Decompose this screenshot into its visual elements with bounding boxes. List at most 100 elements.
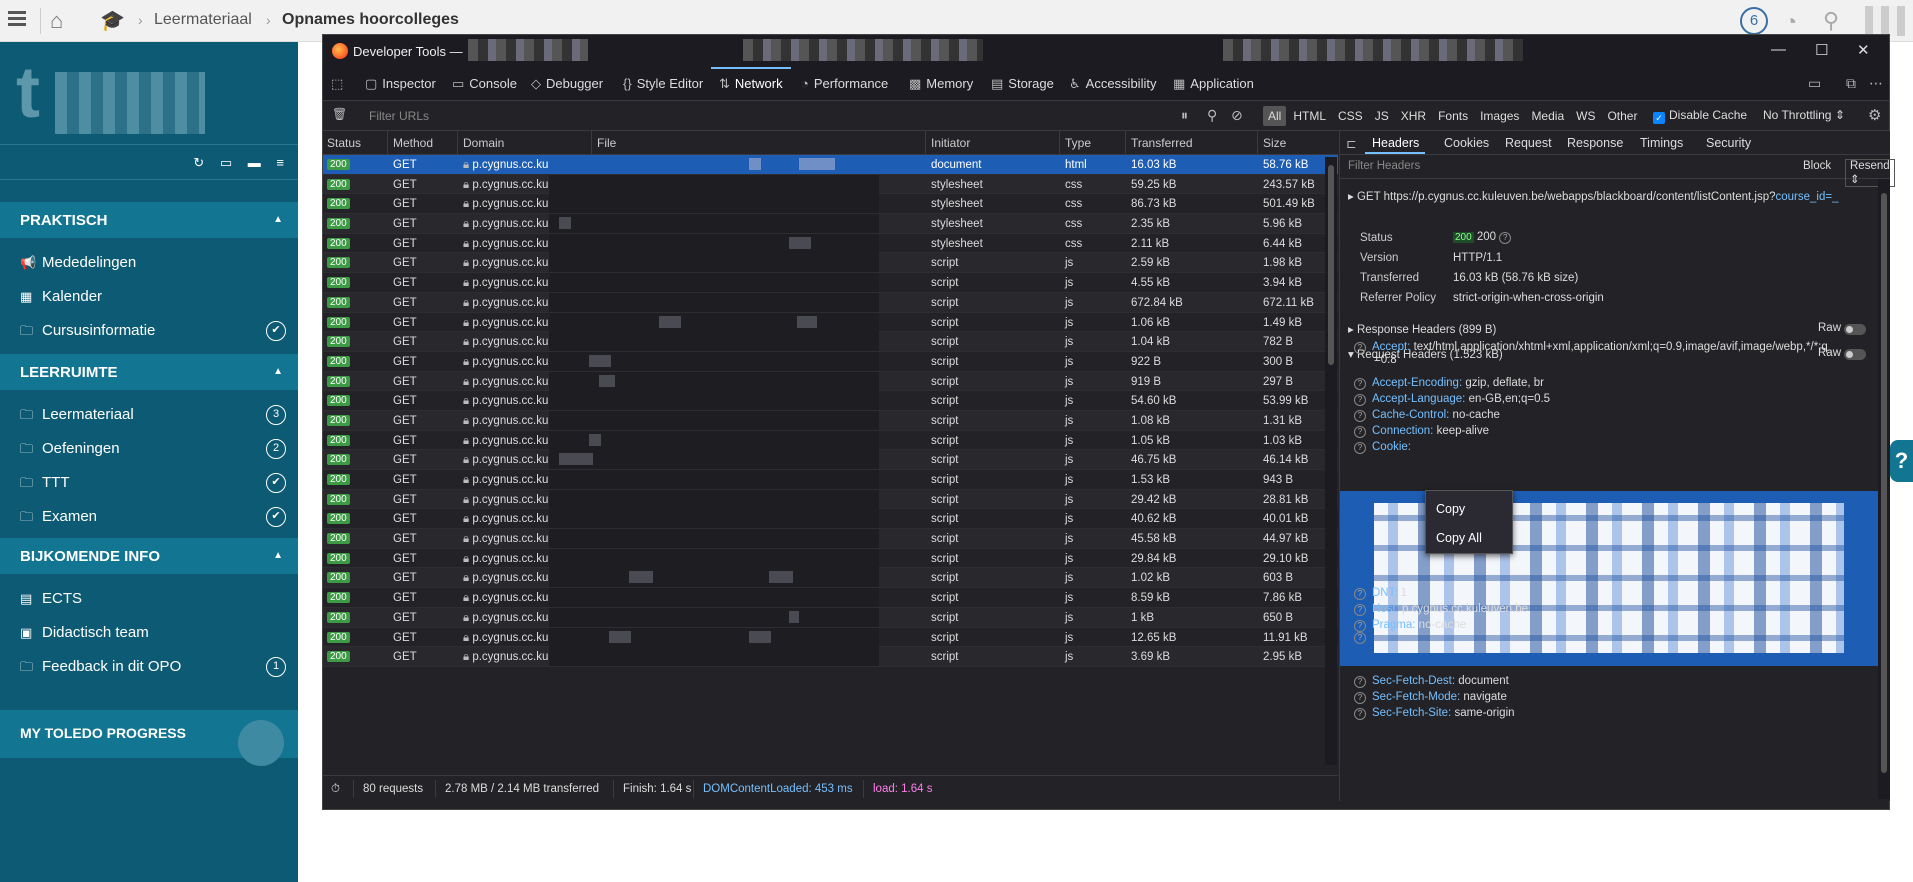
cookie-header-selected[interactable] (1340, 491, 1878, 666)
sidebar-item-examen[interactable]: 🗀 Examen ✔ (0, 500, 298, 534)
filter-ws[interactable]: WS (1571, 106, 1600, 126)
table-row[interactable]: 200 GET 🔒︎ p.cygnus.cc.kuleuv... script js 1.… (323, 568, 1338, 589)
help-icon[interactable]: ? (1354, 378, 1366, 390)
filter-xhr[interactable]: XHR (1396, 106, 1431, 126)
sidebar-item-kalender[interactable]: ▦ Kalender (0, 280, 298, 314)
sidebar-item-oefeningen[interactable]: 🗀 Oefeningen 2 (0, 432, 298, 466)
col-domain[interactable]: Domain (463, 136, 504, 150)
request-header-row[interactable]: ? Cache-Control: no-cache (1354, 409, 1500, 422)
tab-performance[interactable]: ◔ Performance (801, 76, 888, 91)
filter-media[interactable]: Media (1526, 106, 1569, 126)
table-row[interactable]: 200 GET 🔒︎ p.cygnus.cc.kuleuv... script js 3.… (323, 647, 1338, 667)
sidebar-item-didactisch-team[interactable]: ▣ Didactisch team (0, 616, 298, 650)
help-icon[interactable]: ? (1354, 588, 1366, 600)
help-button[interactable]: ? (1890, 440, 1913, 482)
request-header-row[interactable]: ? Cookie: (1354, 441, 1411, 454)
sidebar-item-leermateriaal[interactable]: 🗀 Leermateriaal 3 (0, 398, 298, 432)
request-header-row[interactable]: ? Accept-Encoding: gzip, deflate, br (1354, 377, 1544, 390)
table-row[interactable]: 200 GET 🔒︎ p.cygnus.cc.kuleuv... script js 29… (323, 489, 1338, 510)
table-row[interactable]: 200 GET 🔒︎ p.cygnus.cc.kuleuv... script js 40… (323, 509, 1338, 530)
tab-response[interactable]: Response (1567, 136, 1623, 150)
disable-cache-checkbox[interactable]: ✓ Disable Cache (1653, 108, 1747, 124)
block-icon[interactable]: ⊘ (1231, 107, 1243, 124)
dock-options-icon[interactable]: ⧉ (1846, 75, 1856, 92)
col-method[interactable]: Method (393, 136, 433, 150)
request-header-row[interactable]: ? Sec-Fetch-Mode: navigate (1354, 691, 1507, 704)
graduation-cap-icon[interactable]: 🎓 (100, 8, 125, 33)
maximize-icon[interactable]: ☐ (1815, 41, 1828, 59)
response-headers-section[interactable]: ▸ Response Headers (899 B) (1348, 322, 1496, 336)
throttling-select[interactable]: No Throttling ⇕ (1763, 108, 1845, 122)
tab-security[interactable]: Security (1706, 136, 1751, 150)
search-icon[interactable]: ⚲ (1207, 107, 1217, 124)
my-toledo-progress[interactable]: MY TOLEDO PROGRESS (0, 710, 298, 766)
table-row[interactable]: 200 GET 🔒︎ p.cygnus.cc.kuleuv... document ht… (323, 155, 1338, 175)
tab-request[interactable]: Request (1505, 136, 1552, 150)
filter-js[interactable]: JS (1370, 106, 1394, 126)
refresh-icon[interactable]: ↻ (193, 155, 204, 170)
section-praktisch[interactable]: PRAKTISCH ▲ (0, 202, 298, 238)
help-icon[interactable]: ? (1354, 426, 1366, 438)
request-header-row[interactable]: ? Connection: keep-alive (1354, 425, 1489, 438)
tab-style-editor[interactable]: {} Style Editor (623, 76, 703, 91)
table-row[interactable]: 200 GET 🔒︎ p.cygnus.cc.kuleuv... script js 91… (323, 371, 1338, 392)
hamburger-menu-icon[interactable] (8, 11, 26, 27)
menu-item-copy[interactable]: Copy (1436, 502, 1465, 516)
notification-badge[interactable]: 6 (1740, 7, 1768, 35)
details-scrollbar[interactable] (1878, 179, 1890, 799)
request-line[interactable]: ▸ GET https://p.cygnus.cc.kuleuven.be/we… (1348, 189, 1838, 203)
raw-toggle[interactable] (1844, 349, 1866, 360)
collapse-arrow-icon[interactable]: ▲ (273, 214, 283, 225)
table-row[interactable]: 200 GET 🔒︎ p.cygnus.cc.kuleuv... script js 54… (323, 391, 1338, 411)
filter-fonts[interactable]: Fonts (1433, 106, 1473, 126)
table-row[interactable]: 200 GET 🔒︎ p.cygnus.cc.kuleuv... script js 1.… (323, 470, 1338, 490)
filter-css[interactable]: CSS (1333, 106, 1368, 126)
folder-icon[interactable]: ▬ (248, 155, 261, 170)
col-size[interactable]: Size (1263, 136, 1286, 150)
stopwatch-icon[interactable]: ⏱ (331, 783, 340, 796)
filter-images[interactable]: Images (1475, 106, 1524, 126)
help-icon[interactable]: ? (1354, 632, 1366, 644)
request-header-row[interactable]: ? Sec-Fetch-Dest: document (1354, 675, 1509, 688)
sidebar-item-feedback[interactable]: 🗀 Feedback in dit OPO 1 (0, 650, 298, 684)
close-icon[interactable]: ✕ (1857, 41, 1870, 59)
filter-other[interactable]: Other (1602, 106, 1642, 126)
tab-cookies[interactable]: Cookies (1444, 136, 1489, 150)
section-bijkomende-info[interactable]: BIJKOMENDE INFO ▲ (0, 538, 298, 574)
section-leerruimte[interactable]: LEERRUIMTE ▲ (0, 354, 298, 390)
table-row[interactable]: 200 GET 🔒︎ p.cygnus.cc.kuleuv... script js 12… (323, 627, 1338, 648)
table-row[interactable]: 200 GET 🔒︎ p.cygnus.cc.kuleuv... script js 29… (323, 548, 1338, 569)
breadcrumb-leermateriaal[interactable]: Leermateriaal (154, 11, 252, 29)
request-header-row[interactable]: ? Accept-Language: en-GB,en;q=0.5 (1354, 393, 1550, 406)
table-row[interactable]: 200 GET 🔒︎ p.cygnus.cc.kuleuv... stylesheet… (323, 194, 1338, 215)
toggle-sidebar-icon[interactable]: ⊏ (1346, 136, 1356, 151)
search-icon[interactable]: ⚲ (1823, 8, 1839, 34)
menu-item-copy-all[interactable]: Copy All (1436, 531, 1482, 545)
clear-trash-icon[interactable]: 🗑 (332, 107, 347, 121)
tab-timings[interactable]: Timings (1640, 136, 1683, 150)
help-icon[interactable]: ? (1354, 708, 1366, 720)
tab-inspector[interactable]: ▢ Inspector (365, 76, 436, 92)
table-row[interactable]: 200 GET 🔒︎ p.cygnus.cc.kuleuv... stylesheet… (323, 174, 1338, 195)
gear-icon[interactable]: ⚙ (1868, 106, 1881, 124)
minimize-icon[interactable]: — (1771, 41, 1786, 58)
tab-storage[interactable]: ▤ Storage (991, 76, 1054, 92)
avatar[interactable] (1865, 6, 1905, 36)
tab-accessibility[interactable]: ♿ Accessibility (1069, 76, 1156, 92)
help-icon[interactable]: ? (1354, 342, 1366, 354)
col-transferred[interactable]: Transferred (1131, 136, 1193, 150)
tab-debugger[interactable]: ◇ Debugger (531, 76, 603, 92)
table-row[interactable]: 200 GET 🔒︎ p.cygnus.cc.kuleuv... script js 4.… (323, 273, 1338, 293)
sidebar-item-cursusinformatie[interactable]: 🗀 Cursusinformatie ✔ (0, 314, 298, 348)
tab-network[interactable]: ⇅ Network (719, 76, 783, 92)
table-row[interactable]: 200 GET 🔒︎ p.cygnus.cc.kuleuv... script js 92… (323, 351, 1338, 372)
block-button[interactable]: Block (1803, 160, 1831, 172)
table-row[interactable]: 200 GET 🔒︎ p.cygnus.cc.kuleuv... script js 46… (323, 450, 1338, 470)
pause-icon[interactable]: ⏸ (1181, 107, 1188, 124)
request-header-row[interactable]: ? (1354, 631, 1372, 644)
request-header-row[interactable]: ? Accept: text/html,application/xhtml+xml… (1354, 341, 1828, 354)
folder-open-icon[interactable]: ▭ (220, 155, 232, 170)
table-row[interactable]: 200 GET 🔒︎ p.cygnus.cc.kuleuv... script js 1.… (323, 430, 1338, 451)
sidebar-item-ects[interactable]: ▤ ECTS (0, 582, 298, 616)
table-row[interactable]: 200 GET 🔒︎ p.cygnus.cc.kuleuv... script js 8.… (323, 588, 1338, 608)
